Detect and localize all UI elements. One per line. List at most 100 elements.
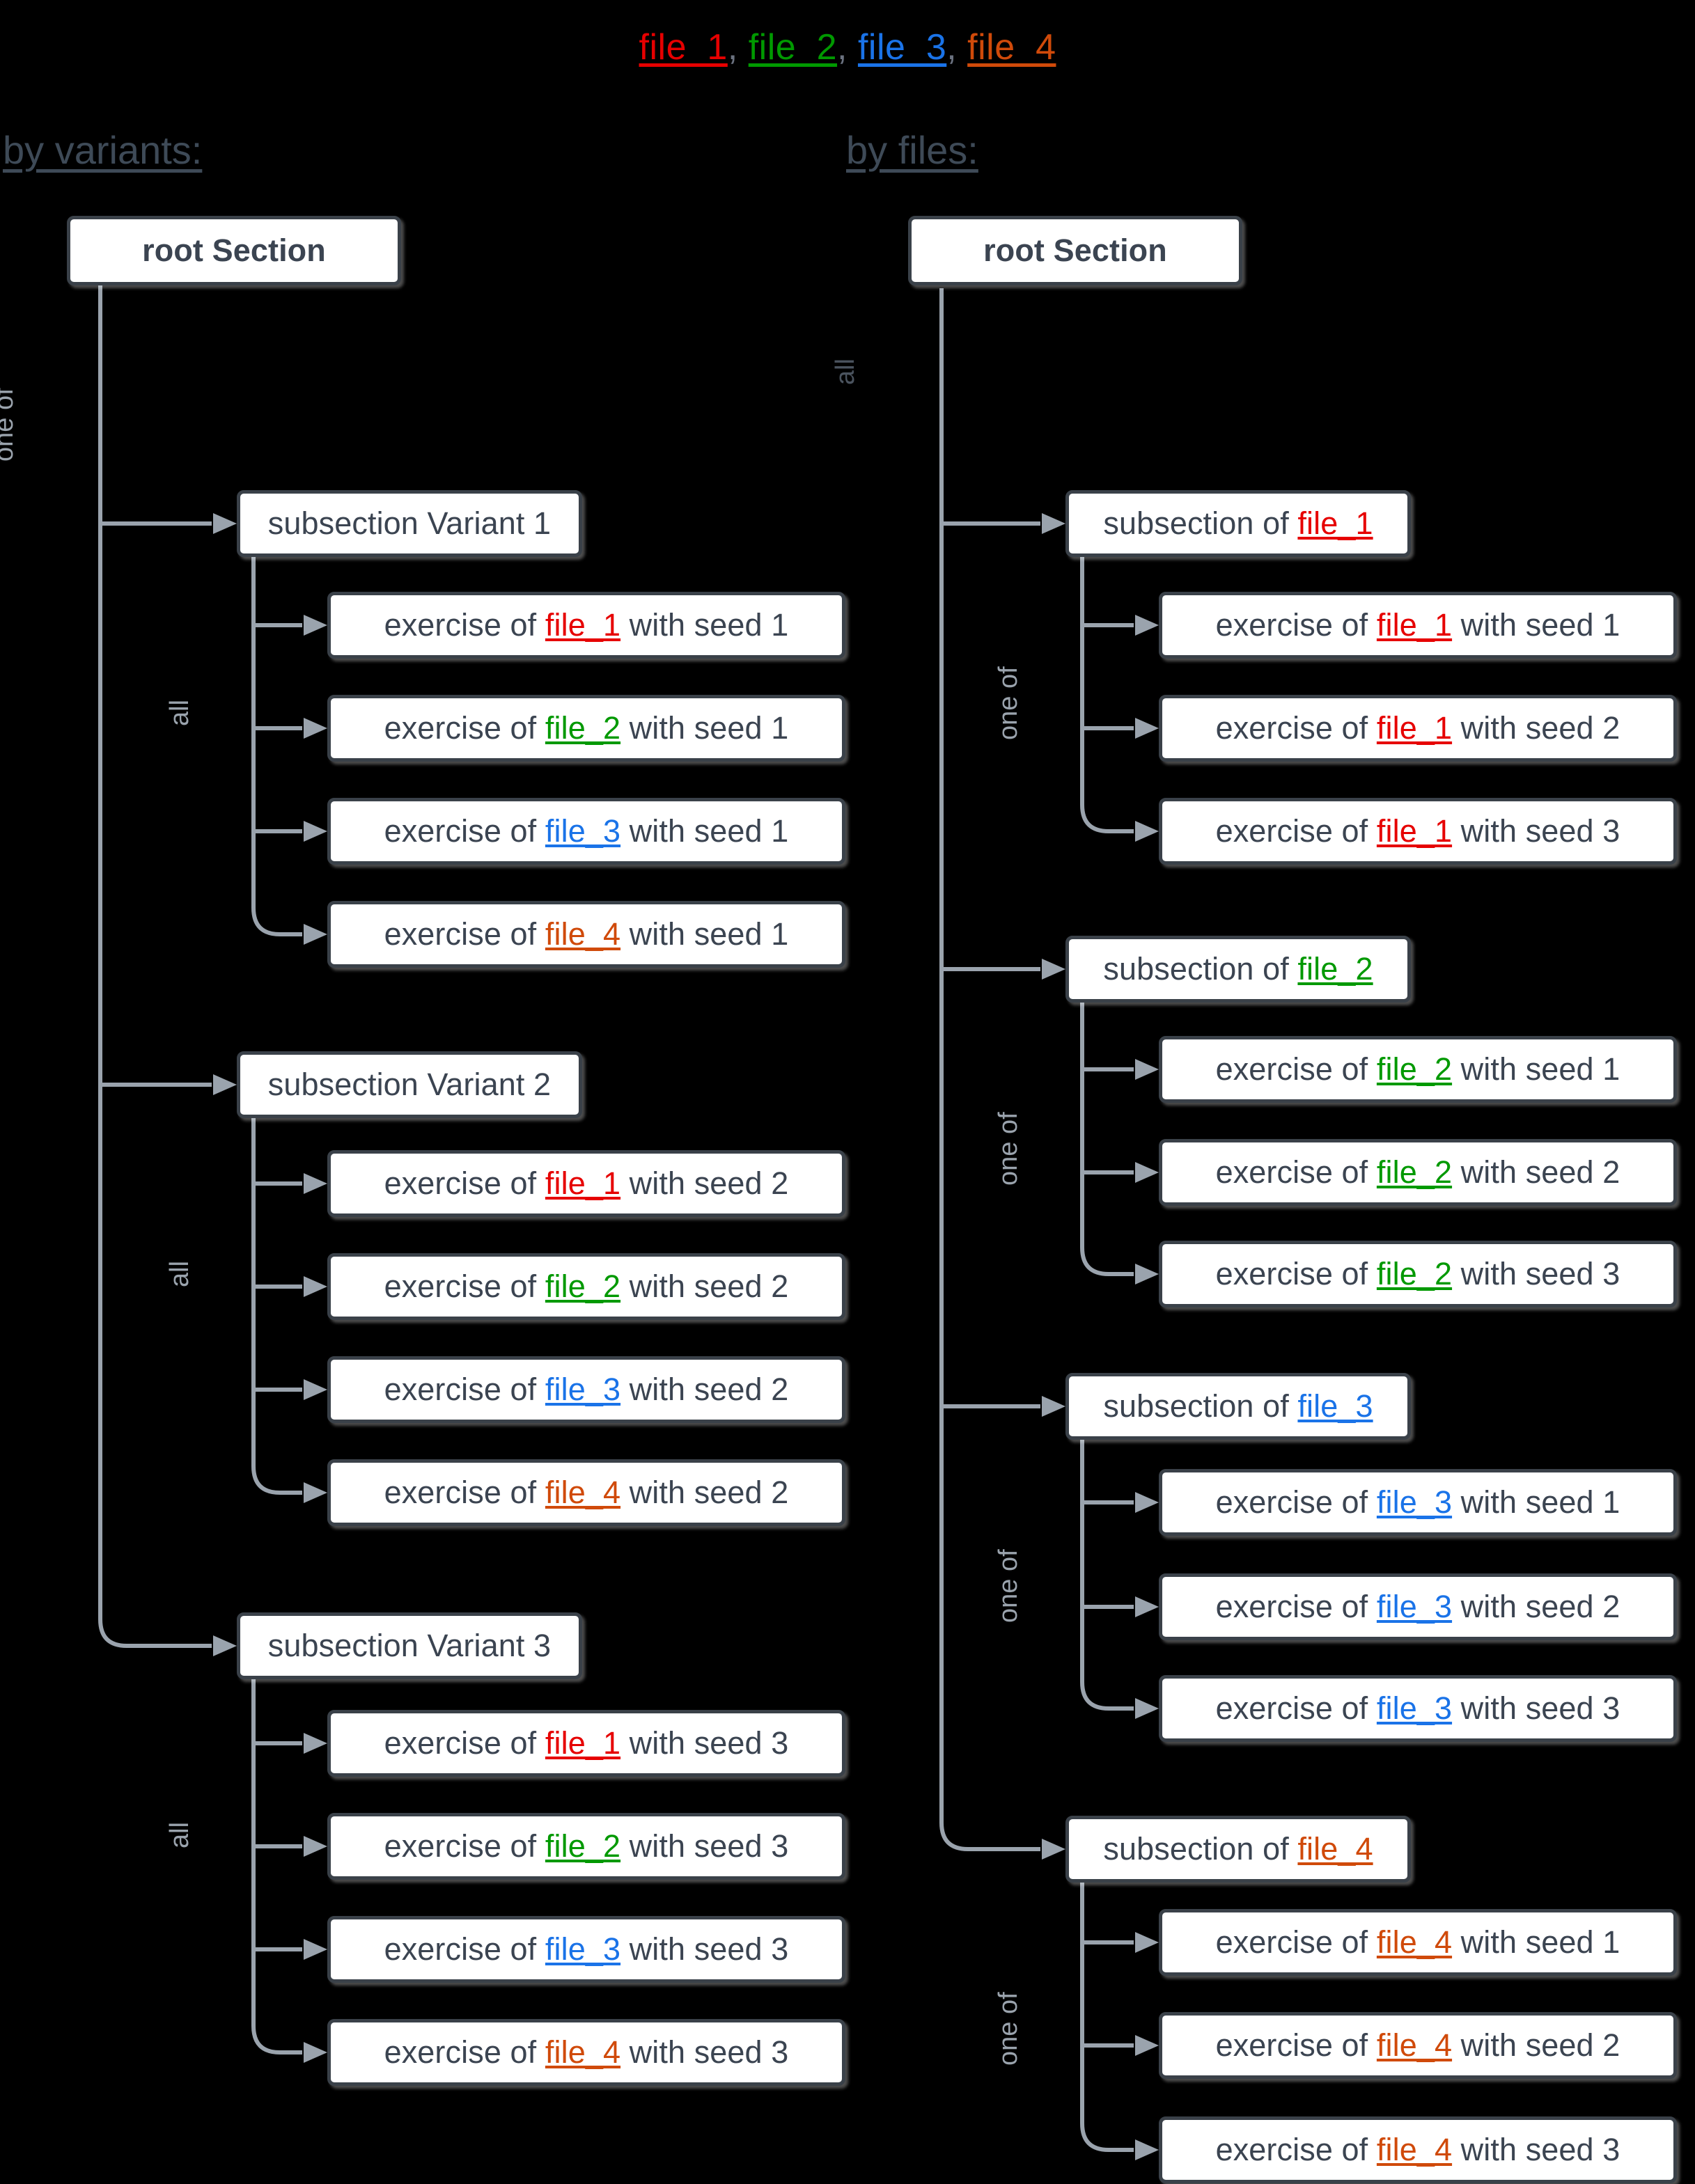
- legend-separator: ,: [727, 27, 749, 68]
- file-color-legend: file_1, file_2, file_3, file_4: [0, 26, 1695, 68]
- legend-file_3: file_3: [857, 27, 947, 68]
- left-exercise-v1-1[interactable]: exercise of file_1 with seed 1: [327, 592, 845, 659]
- text-token: with seed 3: [620, 1828, 789, 1864]
- right-g3-arrow-1: [1135, 1596, 1159, 1617]
- right-exercise-file_4-seed2[interactable]: exercise of file_4 with seed 2: [1159, 2012, 1677, 2079]
- column-header-by-variants: by variants:: [3, 128, 203, 172]
- file-token-file_3: file_3: [1297, 1388, 1373, 1424]
- left-exercise-v1-4[interactable]: exercise of file_4 with seed 1: [327, 901, 845, 968]
- file-token-file_4: file_4: [1297, 1831, 1373, 1867]
- left-exercise-v3-4[interactable]: exercise of file_4 with seed 3: [327, 2019, 845, 2086]
- file-token-file_2: file_2: [1376, 1154, 1453, 1190]
- right-g1-arrow-2: [1135, 821, 1159, 842]
- right-g4-arrow-2: [1135, 2139, 1159, 2160]
- right-g1-arrow-0: [1135, 615, 1159, 636]
- node-label: exercise of file_1 with seed 1: [1216, 607, 1620, 643]
- left-g1-arrow-2: [304, 821, 327, 842]
- right-g4-branch-2: [1080, 2123, 1134, 2152]
- file-token-file_2: file_2: [1297, 951, 1373, 987]
- left-exercise-v1-2[interactable]: exercise of file_2 with seed 1: [327, 695, 845, 762]
- left-subsection-variant-1[interactable]: subsection Variant 1: [237, 490, 582, 557]
- right-root-section[interactable]: root Section: [908, 216, 1242, 285]
- left-g1-arrow-1: [304, 718, 327, 739]
- right-subsection-of-file_2[interactable]: subsection of file_2: [1065, 936, 1411, 1003]
- left-exercise-v2-3[interactable]: exercise of file_3 with seed 2: [327, 1356, 845, 1423]
- text-token: exercise of: [384, 1372, 545, 1407]
- node-label: exercise of file_3 with seed 1: [384, 813, 789, 849]
- file-token-file_2: file_2: [1376, 1256, 1453, 1291]
- right-g3-branch-2: [1080, 1681, 1134, 1711]
- right-g2-arrow-0: [1135, 1059, 1159, 1080]
- left-g2-arrow-0: [304, 1173, 327, 1194]
- node-label: exercise of file_2 with seed 2: [1216, 1154, 1620, 1191]
- right-g2-arrow-2: [1135, 1264, 1159, 1285]
- node-label: exercise of file_4 with seed 1: [1216, 1924, 1620, 1961]
- right-root-branch-3: [939, 1822, 1040, 1851]
- left-exercise-v2-1[interactable]: exercise of file_1 with seed 2: [327, 1150, 845, 1217]
- text-token: exercise of: [1215, 2132, 1377, 2167]
- right-exercise-file_1-seed2[interactable]: exercise of file_1 with seed 2: [1159, 695, 1677, 762]
- right-edge-label-all: all: [831, 358, 860, 385]
- legend-file_4: file_4: [967, 27, 1056, 68]
- left-exercise-v2-2[interactable]: exercise of file_2 with seed 2: [327, 1253, 845, 1320]
- left-subsection-variant-3[interactable]: subsection Variant 3: [237, 1612, 582, 1679]
- right-edge-label-one-of-4: one of: [994, 1992, 1023, 2066]
- node-label: subsection of file_2: [1103, 951, 1373, 987]
- node-label: subsection of file_1: [1103, 505, 1373, 542]
- left-exercise-v3-2[interactable]: exercise of file_2 with seed 3: [327, 1813, 845, 1880]
- right-exercise-file_3-seed3[interactable]: exercise of file_3 with seed 3: [1159, 1675, 1677, 1742]
- right-exercise-file_3-seed1[interactable]: exercise of file_3 with seed 1: [1159, 1469, 1677, 1536]
- text-token: with seed 2: [1452, 710, 1620, 746]
- text-token: with seed 1: [620, 813, 789, 849]
- text-token: exercise of: [1215, 1589, 1377, 1624]
- right-exercise-file_2-seed3[interactable]: exercise of file_2 with seed 3: [1159, 1241, 1677, 1307]
- right-exercise-file_4-seed3[interactable]: exercise of file_4 with seed 3: [1159, 2116, 1677, 2183]
- text-token: exercise of: [1215, 813, 1377, 849]
- left-exercise-v3-1[interactable]: exercise of file_1 with seed 3: [327, 1710, 845, 1777]
- node-label: exercise of file_1 with seed 2: [1216, 710, 1620, 746]
- left-g2-arrow-1: [304, 1276, 327, 1297]
- node-label: exercise of file_3 with seed 1: [1216, 1484, 1620, 1521]
- right-subsection-of-file_3[interactable]: subsection of file_3: [1065, 1373, 1411, 1440]
- right-root-arrow-0: [1042, 513, 1065, 534]
- text-token: exercise of: [1215, 2027, 1377, 2063]
- left-root-arrow-1: [213, 1074, 237, 1095]
- right-subsection-of-file_1[interactable]: subsection of file_1: [1065, 490, 1411, 557]
- left-exercise-v2-4[interactable]: exercise of file_4 with seed 2: [327, 1459, 845, 1526]
- right-edge-label-one-of-1: one of: [994, 666, 1023, 740]
- right-exercise-file_1-seed1[interactable]: exercise of file_1 with seed 1: [1159, 592, 1677, 659]
- right-exercise-file_2-seed1[interactable]: exercise of file_2 with seed 1: [1159, 1036, 1677, 1103]
- file-token-file_3: file_3: [1376, 1589, 1453, 1624]
- right-subsection-of-file_4[interactable]: subsection of file_4: [1065, 1816, 1411, 1883]
- text-token: subsection of: [1103, 1831, 1298, 1867]
- node-label: exercise of file_4 with seed 2: [384, 1475, 789, 1511]
- left-exercise-v1-3[interactable]: exercise of file_3 with seed 1: [327, 798, 845, 865]
- column-header-by-files: by files:: [846, 128, 978, 172]
- left-g1-arrow-3: [304, 924, 327, 945]
- text-token: with seed 2: [620, 1165, 789, 1201]
- left-subsection-variant-2[interactable]: subsection Variant 2: [237, 1051, 582, 1118]
- right-g4-arrow-0: [1135, 1932, 1159, 1953]
- right-exercise-file_4-seed1[interactable]: exercise of file_4 with seed 1: [1159, 1909, 1677, 1976]
- node-label: exercise of file_3 with seed 3: [384, 1931, 789, 1967]
- node-label: subsection of file_3: [1103, 1388, 1373, 1424]
- text-token: exercise of: [1215, 607, 1377, 643]
- left-edge-label-one-of: one of: [0, 388, 19, 462]
- right-exercise-file_2-seed2[interactable]: exercise of file_2 with seed 2: [1159, 1139, 1677, 1206]
- right-g2-branch-2: [1080, 1247, 1134, 1276]
- text-token: subsection of: [1103, 951, 1298, 987]
- left-g3-arrow-0: [304, 1733, 327, 1754]
- node-label: exercise of file_2 with seed 2: [384, 1268, 789, 1305]
- right-exercise-file_1-seed3[interactable]: exercise of file_1 with seed 3: [1159, 798, 1677, 865]
- node-label: exercise of file_2 with seed 3: [1216, 1256, 1620, 1292]
- text-token: with seed 2: [620, 1372, 789, 1407]
- left-exercise-v3-3[interactable]: exercise of file_3 with seed 3: [327, 1916, 845, 1983]
- left-root-section[interactable]: root Section: [67, 216, 401, 285]
- left-root-arrow-2: [213, 1635, 237, 1656]
- text-token: exercise of: [1215, 1256, 1377, 1291]
- right-exercise-file_3-seed2[interactable]: exercise of file_3 with seed 2: [1159, 1573, 1677, 1640]
- text-token: with seed 1: [620, 710, 789, 746]
- node-label: exercise of file_4 with seed 1: [384, 916, 789, 952]
- right-g3-arrow-0: [1135, 1492, 1159, 1513]
- text-token: exercise of: [384, 1828, 545, 1864]
